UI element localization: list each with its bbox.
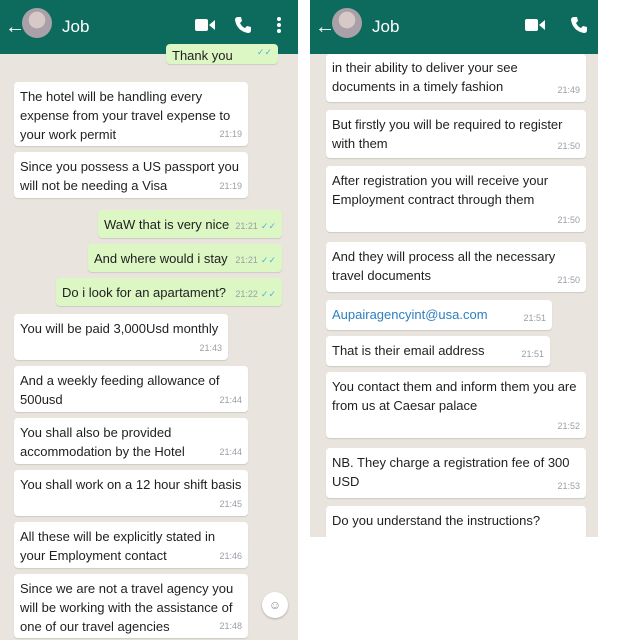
message-text: All these will be explicitly stated in y… — [20, 529, 216, 563]
more-vertical-icon[interactable] — [276, 16, 282, 34]
message-text: And where would i stay — [94, 251, 228, 266]
message-text: And they will process all the necessary … — [332, 249, 556, 283]
message-time: 21:22 ✓✓ — [235, 285, 276, 304]
message-text: Do you understand the instructions? — [332, 513, 541, 528]
message-bubble[interactable]: NB. They charge a registration fee of 30… — [326, 448, 586, 498]
message-text: Since we are not a travel agency you wil… — [20, 581, 234, 634]
message-time: 21:45 — [219, 499, 242, 509]
message-bubble[interactable]: The hotel will be handling every expense… — [14, 82, 248, 146]
message-time: ✓✓ — [254, 43, 272, 62]
emoji-icon[interactable]: ☺ — [262, 592, 288, 618]
message-text: After registration you will receive your… — [332, 173, 549, 207]
message-text: Since you possess a US passport you will… — [20, 159, 239, 193]
phone-icon[interactable] — [233, 15, 253, 35]
read-ticks-icon: ✓✓ — [260, 255, 276, 265]
message-bubble[interactable]: And they will process all the necessary … — [326, 242, 586, 292]
contact-name[interactable]: Job — [372, 17, 399, 37]
avatar[interactable] — [22, 8, 52, 38]
message-time-value: 21:21 — [235, 255, 258, 265]
message-text: WaW that is very nice — [104, 217, 230, 232]
video-camera-icon[interactable] — [524, 16, 546, 34]
message-bubble[interactable]: You will be paid 3,000Usd monthly 21:43 — [14, 314, 228, 360]
read-ticks-icon: ✓✓ — [260, 221, 276, 231]
message-bubble[interactable]: Thank you ✓✓ — [166, 44, 278, 64]
message-time-value: 21:22 — [235, 289, 258, 299]
message-time: 21:52 — [557, 421, 580, 431]
message-bubble[interactable]: And a weekly feeding allowance of 500usd… — [14, 366, 248, 412]
message-time: 21:44 — [219, 447, 242, 457]
message-bubble[interactable]: You contact them and inform them you are… — [326, 372, 586, 438]
message-bubble[interactable]: WaW that is very nice 21:21 ✓✓ — [98, 210, 282, 238]
message-time: 21:53 — [557, 481, 580, 491]
message-bubble[interactable]: After registration you will receive your… — [326, 166, 586, 232]
message-bubble[interactable]: You shall work on a 12 hour shift basis … — [14, 470, 248, 516]
message-time: 21:21 ✓✓ — [235, 217, 276, 236]
message-text: in their ability to deliver your see doc… — [332, 60, 518, 94]
email-link[interactable]: Aupairagencyint@usa.com — [332, 307, 488, 322]
read-ticks-icon: ✓✓ — [256, 47, 272, 57]
message-time: 21:44 — [219, 395, 242, 405]
message-time: 21:49 — [557, 85, 580, 95]
message-time: 21:19 — [219, 129, 242, 139]
message-text: You will be paid 3,000Usd monthly — [20, 321, 219, 336]
message-bubble[interactable]: That is their email address 21:51 — [326, 336, 550, 366]
read-ticks-icon: ✓✓ — [260, 289, 276, 299]
message-text: That is their email address — [332, 343, 485, 358]
message-time: 21:43 — [199, 343, 222, 353]
chat-header: ← Job — [310, 0, 598, 54]
message-time: 21:51 — [523, 313, 546, 323]
message-bubble[interactable]: Do i look for an apartament? 21:22 ✓✓ — [56, 278, 282, 306]
message-bubble[interactable]: But firstly you will be required to regi… — [326, 110, 586, 158]
video-camera-icon[interactable] — [194, 16, 216, 34]
message-bubble[interactable]: And where would i stay 21:21 ✓✓ — [88, 244, 282, 272]
message-time: 21:50 — [557, 275, 580, 285]
message-bubble[interactable]: Aupairagencyint@usa.com 21:51 — [326, 300, 552, 330]
chat-panel-right: ← Job in their ability to deliver your s… — [310, 0, 598, 537]
message-bubble[interactable]: Do you understand the instructions? — [326, 506, 586, 537]
message-text: And a weekly feeding allowance of 500usd — [20, 373, 220, 407]
message-time: 21:51 — [521, 349, 544, 359]
message-text: But firstly you will be required to regi… — [332, 117, 563, 151]
message-text: You contact them and inform them you are… — [332, 379, 577, 413]
message-bubble[interactable]: Since you possess a US passport you will… — [14, 152, 248, 198]
message-time: 21:48 — [219, 621, 242, 631]
message-time: 21:46 — [219, 551, 242, 561]
avatar[interactable] — [332, 8, 362, 38]
message-time: 21:21 ✓✓ — [235, 251, 276, 270]
message-text: Do i look for an apartament? — [62, 285, 227, 300]
contact-name[interactable]: Job — [62, 17, 89, 37]
message-text: The hotel will be handling every expense… — [20, 89, 231, 142]
message-text: NB. They charge a registration fee of 30… — [332, 455, 570, 489]
message-time: 21:19 — [219, 181, 242, 191]
message-text: Thank you — [172, 48, 233, 63]
message-text: You shall also be provided accommodation… — [20, 425, 185, 459]
chat-panel-left: ← Job Thank you ✓✓ The hotel will be han… — [0, 0, 298, 640]
message-text: You shall work on a 12 hour shift basis — [20, 477, 242, 492]
message-time: 21:50 — [557, 141, 580, 151]
message-bubble[interactable]: All these will be explicitly stated in y… — [14, 522, 248, 568]
message-bubble[interactable]: Since we are not a travel agency you wil… — [14, 574, 248, 638]
message-time: 21:50 — [557, 215, 580, 225]
phone-icon[interactable] — [569, 15, 589, 35]
message-bubble[interactable]: in their ability to deliver your see doc… — [326, 54, 586, 102]
message-time-value: 21:21 — [235, 221, 258, 231]
message-bubble[interactable]: You shall also be provided accommodation… — [14, 418, 248, 464]
